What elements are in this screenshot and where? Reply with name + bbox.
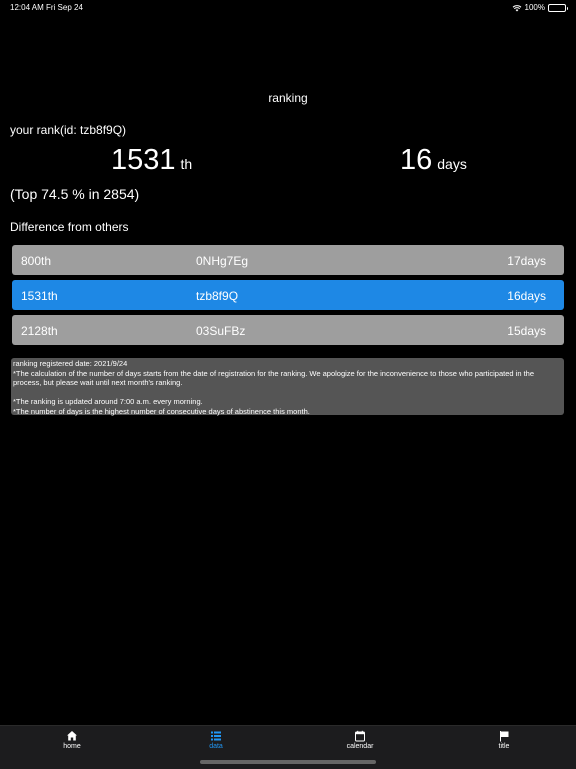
home-indicator (200, 760, 376, 764)
rank-position: 1531th (111, 144, 192, 177)
wifi-icon (512, 4, 521, 11)
tab-data[interactable]: data (166, 730, 266, 750)
tab-title-label: title (498, 743, 510, 750)
rank-days-suffix: days (437, 156, 467, 172)
page-title: ranking (268, 91, 308, 105)
status-time: 12:04 AM (10, 3, 44, 12)
tab-calendar-label: calendar (346, 743, 374, 750)
row-rank: 1531th (21, 289, 58, 303)
list-icon (211, 731, 221, 741)
list-item-current-user[interactable]: 1531th tzb8f9Q 16days (12, 280, 564, 310)
row-rank: 2128th (21, 324, 58, 338)
tab-home-label: home (63, 743, 81, 750)
rank-days: 16 days (400, 144, 467, 177)
list-item[interactable]: 2128th 03SuFBz 15days (12, 315, 564, 345)
tab-title[interactable]: title (454, 730, 554, 750)
row-days: 16days (507, 289, 546, 303)
your-rank-label: your rank(id: tzb8f9Q) (10, 123, 127, 137)
row-days: 17days (507, 254, 546, 268)
ranking-notes: ranking registered date: 2021/9/24 *The … (11, 358, 564, 416)
row-id: tzb8f9Q (196, 289, 239, 303)
rank-position-suffix: th (180, 156, 193, 172)
status-bar: 12:04 AM Fri Sep 24 100% (0, 0, 576, 14)
calendar-icon (355, 730, 365, 742)
status-date: Fri Sep 24 (46, 3, 83, 12)
tab-calendar[interactable]: calendar (310, 730, 410, 750)
tab-home[interactable]: home (22, 730, 122, 750)
list-item[interactable]: 800th 0NHg7Eg 17days (12, 245, 564, 275)
tab-data-label: data (209, 743, 223, 750)
difference-heading: Difference from others (10, 220, 129, 234)
row-days: 15days (507, 324, 546, 338)
status-right: 100% (512, 3, 568, 12)
flag-icon (500, 731, 509, 742)
difference-list: 800th 0NHg7Eg 17days 1531th tzb8f9Q 16da… (12, 245, 564, 350)
rank-days-number: 16 (400, 144, 433, 176)
row-id: 03SuFBz (196, 324, 246, 338)
top-percent: (Top 74.5 % in 2854) (10, 186, 140, 202)
rank-position-number: 1531 (111, 144, 176, 176)
row-id: 0NHg7Eg (196, 254, 249, 268)
battery-icon (548, 3, 568, 12)
home-icon (67, 731, 77, 741)
battery-percent: 100% (524, 3, 545, 12)
row-rank: 800th (21, 254, 52, 268)
